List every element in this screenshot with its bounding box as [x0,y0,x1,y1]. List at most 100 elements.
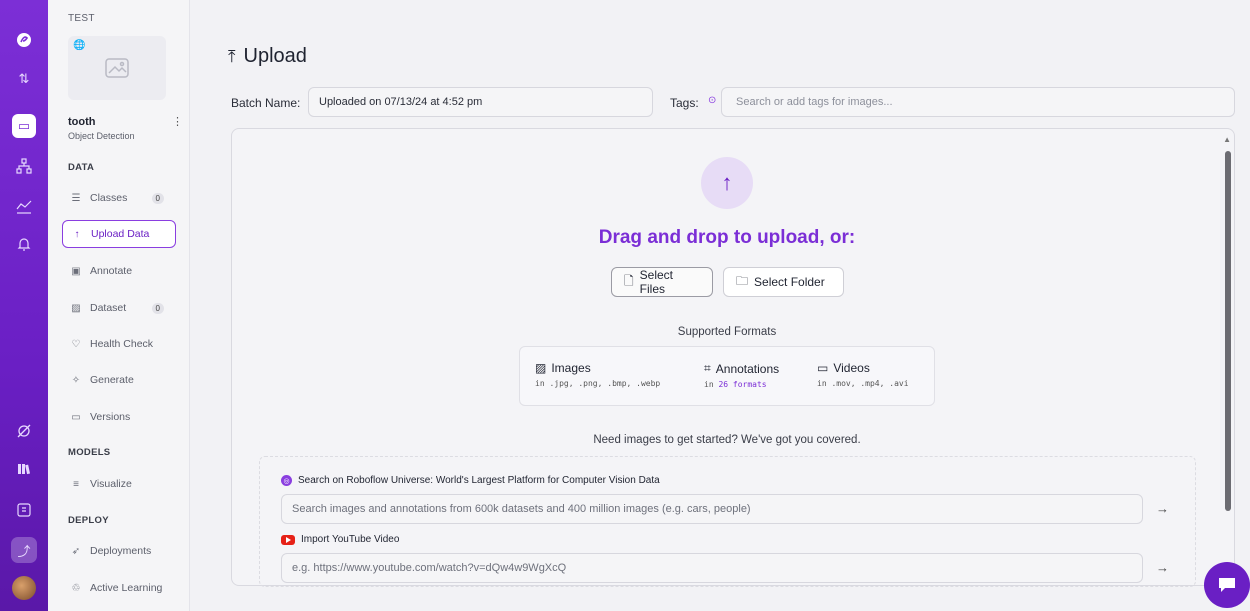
workspace-name: TEST [68,13,95,24]
video-icon: ▭ [817,361,829,375]
sidebar-item-label: Versions [90,411,131,423]
format-name: Videos [833,361,870,375]
sidebar-item-annotate[interactable]: ▣ Annotate [62,257,176,285]
youtube-url-input[interactable]: e.g. https://www.youtube.com/watch?v=dQw… [281,553,1143,583]
youtube-heading: Import YouTube Video [281,534,399,545]
project-name: tooth [68,116,96,128]
image-icon: ▨ [535,361,547,375]
select-folder-button[interactable]: 🗀 Select Folder [723,267,844,297]
youtube-title: Import YouTube Video [301,534,400,545]
list-icon: ☰ [71,192,81,204]
classes-count-badge: 0 [151,192,164,204]
format-images: ▨ Images in .jpg, .png, .bmp, .webp [535,361,660,388]
sidebar-item-visualize[interactable]: ≡ Visualize [62,470,176,498]
upload-dropzone[interactable]: ▲ ↑ Drag and drop to upload, or: 🗋 Selec… [231,128,1235,587]
dropzone-heading: Drag and drop to upload, or: [598,227,856,248]
project-menu-icon[interactable]: ⋮ [172,115,183,128]
sidebar-item-generate[interactable]: ✧ Generate [62,366,176,394]
project-type: Object Detection [68,131,135,141]
sidebar-item-versions[interactable]: ▭ Versions [62,403,176,431]
bounding-box-icon: ⌗ [704,361,711,375]
tags-label: Tags: [670,96,699,110]
heart-icon: ♡ [71,338,81,350]
universe-icon[interactable] [0,418,48,444]
folder-icon: 🗀 [736,273,749,288]
sidebar-item-label: Deployments [90,545,152,557]
projects-icon[interactable]: ▭ [0,113,48,139]
project-thumbnail[interactable]: 🌐 [68,36,166,100]
versions-icon: ▭ [71,411,81,423]
scrollbar-thumb[interactable] [1225,151,1231,511]
sort-arrows-icon[interactable]: ⇅ [0,66,48,92]
upload-arrow-icon: ↑ [701,157,753,209]
format-detail: in .jpg, .png, .bmp, .webp [535,379,661,388]
format-name: Images [551,361,591,375]
project-sidebar: TEST 🌐 tooth ⋮ Object Detection DATA ☰ C… [48,0,190,611]
sidebar-item-dataset[interactable]: ▨ Dataset 0 [62,294,176,322]
select-files-button[interactable]: 🗋 Select Files [611,267,713,297]
format-name: Annotations [715,361,780,376]
docs-icon[interactable] [0,497,48,523]
main-content: ⤒ Upload Batch Name: Uploaded on 07/13/2… [190,0,1250,611]
batch-name-label: Batch Name: [231,96,301,110]
batch-name-input[interactable]: Uploaded on 07/13/24 at 4:52 pm [308,87,653,117]
section-deploy: DEPLOY [68,515,109,526]
avatar[interactable] [12,576,36,600]
formats-link[interactable]: 26 formats [718,380,766,389]
select-files-label: Select Files [639,268,674,296]
help-icon[interactable]: ⊙ [708,95,716,106]
sidebar-item-classes[interactable]: ☰ Classes 0 [62,184,176,212]
universe-title: Search on Roboflow Universe: World's Lar… [298,475,660,486]
sidebar-item-label: Upload Data [91,228,150,240]
format-detail-prefix: in [704,380,719,389]
annotate-icon: ▣ [71,265,81,277]
format-annotations: ⌗ Annotations in 26 formats [704,361,779,389]
format-detail: in 26 formats [704,380,779,389]
sidebar-item-label: Dataset [90,302,127,314]
universe-search-input[interactable]: Search images and annotations from 600k … [281,494,1143,524]
page-title: ⤒ Upload [228,45,307,68]
visualize-icon: ≡ [73,478,79,490]
file-icon: 🗋 [624,273,634,288]
roboflow-universe-icon: ◎ [281,475,292,486]
sidebar-item-label: Visualize [90,478,132,490]
sidebar-item-deployments[interactable]: ➶ Deployments [62,537,176,565]
icon-rail: ⇅ ▭ ⤴ [0,0,48,611]
youtube-import-arrow-icon[interactable]: → [1156,560,1169,575]
dataset-count-badge: 0 [151,302,164,314]
import-panel: ◎ Search on Roboflow Universe: World's L… [259,456,1196,587]
format-videos: ▭ Videos in .mov, .mp4, .avi [817,361,909,388]
upload-title-icon: ⤒ [228,46,236,66]
chat-icon [1219,578,1235,592]
supported-formats-heading: Supported Formats [677,326,777,338]
globe-icon: 🌐 [73,40,86,51]
sidebar-item-label: Health Check [90,338,154,350]
sidebar-item-label: Generate [90,374,134,386]
chat-button[interactable] [1204,562,1250,608]
page-title-text: Upload [243,45,307,67]
sidebar-item-active-learning[interactable]: ♲ Active Learning [62,574,176,602]
sidebar-item-upload-data[interactable]: ↑ Upload Data [62,220,176,248]
sidebar-item-health-check[interactable]: ♡ Health Check [62,330,176,358]
universe-heading: ◎ Search on Roboflow Universe: World's L… [281,475,660,486]
section-data: DATA [68,162,95,173]
select-folder-label: Select Folder [754,275,825,289]
scroll-up-icon[interactable]: ▲ [1223,135,1231,144]
sidebar-item-label: Active Learning [90,582,163,594]
arrow-up-icon: ↑ [74,228,80,240]
tags-input[interactable]: Search or add tags for images... [721,87,1235,117]
section-models: MODELS [68,447,111,458]
roboflow-logo-icon[interactable] [0,27,48,53]
format-detail: in .mov, .mp4, .avi [817,379,909,388]
universe-search-arrow-icon[interactable]: → [1156,501,1169,516]
library-icon[interactable] [0,456,48,482]
upload-icon[interactable]: ⤴ [0,537,48,563]
analytics-icon[interactable] [0,193,48,219]
workflows-icon[interactable] [0,153,48,179]
image-placeholder-icon [105,58,129,78]
image-icon: ▨ [71,302,81,314]
rocket-icon: ➶ [71,545,81,557]
generate-icon: ✧ [71,374,81,386]
recycle-icon: ♲ [71,582,81,594]
notifications-icon[interactable] [0,231,48,257]
